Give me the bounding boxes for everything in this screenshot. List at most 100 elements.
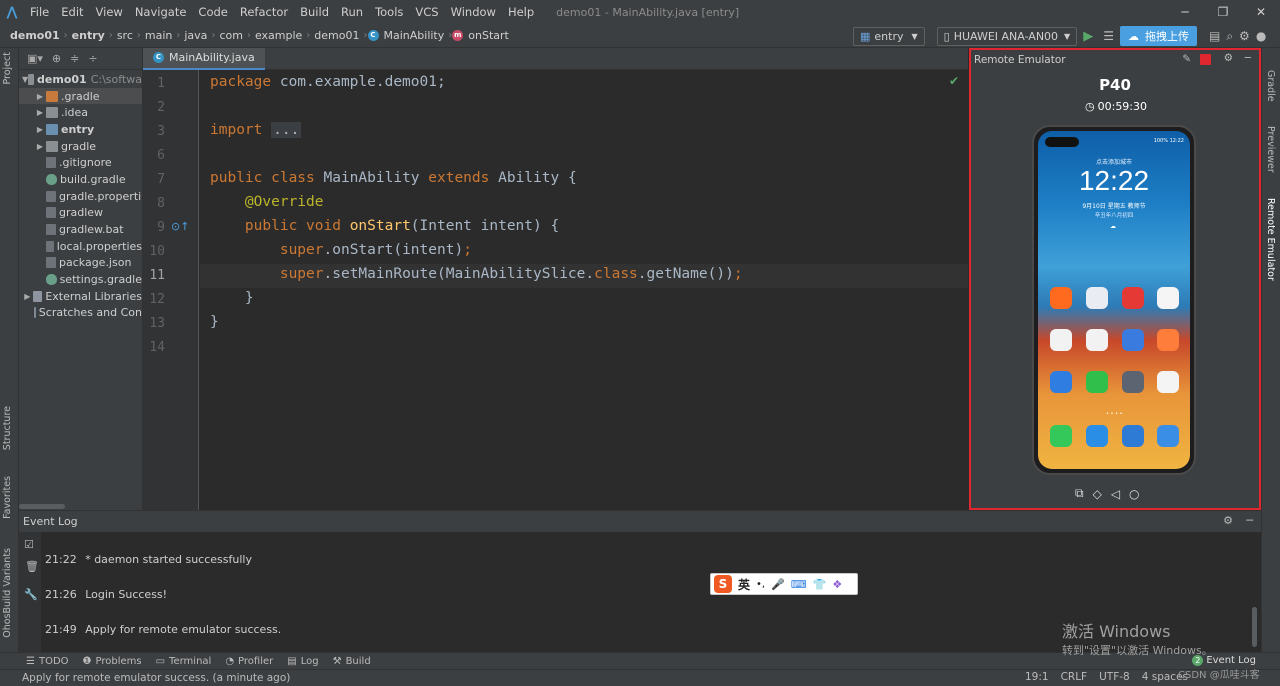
minimize-button[interactable]: ─ <box>1166 0 1204 24</box>
tree-item[interactable]: gradle.properti <box>19 188 142 205</box>
music-app-icon[interactable] <box>1086 287 1108 309</box>
ime-mode[interactable]: 英 <box>738 576 750 593</box>
tree-item[interactable]: gradlew <box>19 205 142 222</box>
device-select[interactable]: ▯ HUAWEI ANA-AN00 ▼ <box>936 26 1078 46</box>
chat-app-icon[interactable] <box>1086 371 1108 393</box>
tree-item[interactable]: ▶ .idea <box>19 104 142 121</box>
tab-remote-emulator[interactable]: Remote Emulator <box>1265 198 1276 281</box>
scrollbar-thumb[interactable] <box>19 504 65 509</box>
vertical-scrollbar[interactable] <box>1252 607 1257 647</box>
crumb-src[interactable]: src <box>113 29 137 42</box>
menu-navigate[interactable]: Navigate <box>129 5 193 19</box>
tree-item[interactable]: settings.gradle <box>19 271 142 288</box>
crumb-main[interactable]: main <box>141 29 176 42</box>
crumb-java[interactable]: java <box>180 29 211 42</box>
huawei-video-app-icon[interactable] <box>1050 287 1072 309</box>
camera-app-icon[interactable] <box>1157 425 1179 447</box>
wrench-icon[interactable]: 🔧 <box>24 588 38 601</box>
tree-item[interactable]: build.gradle <box>19 171 142 188</box>
minimize-panel-icon[interactable]: ─ <box>1246 514 1253 527</box>
appgallery-app-icon[interactable] <box>1086 329 1108 351</box>
crumb-method[interactable]: onStart <box>468 29 513 42</box>
themes-app-icon[interactable] <box>1157 287 1179 309</box>
tree-item[interactable]: ▶ .gradle <box>19 87 142 105</box>
back-icon[interactable]: ◁ <box>1111 487 1120 501</box>
tab-mainability[interactable]: C MainAbility.java <box>143 47 265 70</box>
health-app-icon[interactable] <box>1157 329 1179 351</box>
file-encoding[interactable]: UTF-8 <box>1099 671 1130 683</box>
menu-file[interactable]: File <box>24 5 55 19</box>
upload-button[interactable]: ☁ 拖拽上传 <box>1119 26 1197 46</box>
menu-refactor[interactable]: Refactor <box>234 5 294 19</box>
keyboard-icon[interactable]: ⌨ <box>791 578 807 591</box>
tree-item[interactable]: local.properties <box>19 238 142 255</box>
tree-item[interactable]: gradlew.bat <box>19 221 142 238</box>
crumb-com[interactable]: com <box>215 29 247 42</box>
project-structure-icon[interactable]: ▤ <box>1209 29 1220 43</box>
expand-all-icon[interactable]: ≑ <box>70 52 79 65</box>
home-icon[interactable]: ○ <box>1129 487 1139 501</box>
tab-gradle[interactable]: Gradle <box>1265 70 1276 102</box>
cursor-position[interactable]: 19:1 <box>1025 671 1049 683</box>
tab-previewer[interactable]: Previewer <box>1265 126 1276 173</box>
gear-icon[interactable]: ⚙ <box>1223 514 1233 527</box>
menu-help[interactable]: Help <box>502 5 540 19</box>
crumb-class[interactable]: MainAbility <box>384 29 449 42</box>
menu-build[interactable]: Build <box>294 5 335 19</box>
project-view-icon[interactable]: ▣▾ <box>27 52 43 65</box>
minimize-panel-icon[interactable]: ─ <box>1245 52 1251 64</box>
code-editor[interactable]: 1 2 3 6 7 8 9 10 11 12 13 14 ⊙↑ package … <box>143 70 968 510</box>
tree-item[interactable]: ▶ gradle <box>19 138 142 155</box>
vmall-app-icon[interactable] <box>1050 329 1072 351</box>
menu-tools[interactable]: Tools <box>369 5 409 19</box>
browser-app-icon[interactable] <box>1122 425 1144 447</box>
build-button[interactable]: ⚒ Build <box>333 656 371 667</box>
ime-toolbar[interactable]: S 英 •, 🎤 ⌨ 👕 ❖ <box>710 573 858 595</box>
punctuation-icon[interactable]: •, <box>756 579 765 590</box>
phone-screen[interactable]: 100% 12:22 点击添加城市 12:22 9月10日 星期五 教师节 辛丑… <box>1038 131 1190 469</box>
wallet-app-icon[interactable] <box>1122 329 1144 351</box>
crumb-project[interactable]: demo01 <box>6 29 64 42</box>
settings-app-icon[interactable] <box>1122 371 1144 393</box>
gear-icon[interactable]: ⚙ <box>1224 52 1233 64</box>
horizontal-scrollbar[interactable] <box>19 502 142 510</box>
screenshot-icon[interactable]: ⧉ <box>1075 486 1084 501</box>
restore-button[interactable]: ❐ <box>1204 0 1242 24</box>
microphone-icon[interactable]: 🎤 <box>771 578 785 591</box>
problems-button[interactable]: ❶ Problems <box>83 656 142 667</box>
override-marker-icon[interactable]: ⊙↑ <box>171 220 189 233</box>
menu-view[interactable]: View <box>90 5 129 19</box>
gear-icon[interactable]: ⚙ <box>1239 29 1250 43</box>
menu-code[interactable]: Code <box>192 5 233 19</box>
crumb-example[interactable]: example <box>251 29 306 42</box>
toolbox-icon[interactable]: ❖ <box>832 578 842 591</box>
search-icon[interactable]: ⌕ <box>1226 29 1233 44</box>
tree-item[interactable]: .gitignore <box>19 154 142 171</box>
run-config-select[interactable]: ▦ entry ▼ <box>853 26 925 46</box>
menu-vcs[interactable]: VCS <box>409 5 444 19</box>
line-separator[interactable]: CRLF <box>1061 671 1088 683</box>
tree-root[interactable]: ▼ demo01 C:\softwa <box>19 71 142 88</box>
debug-icon[interactable]: ☰ <box>1103 29 1114 43</box>
close-button[interactable]: ✕ <box>1242 0 1280 24</box>
run-icon[interactable]: ▶ <box>1083 29 1093 44</box>
tree-item[interactable]: package.json <box>19 255 142 272</box>
crumb-module[interactable]: entry <box>68 29 109 42</box>
terminal-button[interactable]: ▭ Terminal <box>156 656 212 667</box>
menu-window[interactable]: Window <box>445 5 502 19</box>
pin-icon[interactable]: ✎ <box>1182 53 1191 65</box>
skin-icon[interactable]: 👕 <box>813 578 827 591</box>
todo-button[interactable]: ☰ TODO <box>26 656 69 667</box>
rotate-icon[interactable]: ◇ <box>1093 487 1102 501</box>
collapse-all-icon[interactable]: ÷ <box>88 52 97 65</box>
crumb-demo01[interactable]: demo01 <box>310 29 363 42</box>
tab-build-variants[interactable]: OhosBuild Variants <box>2 548 13 638</box>
tab-structure[interactable]: Structure <box>2 406 13 450</box>
tree-external-libraries[interactable]: ▶ External Libraries <box>19 288 142 305</box>
log-button[interactable]: ▤ Log <box>287 656 318 667</box>
account-icon[interactable]: ● <box>1256 29 1266 43</box>
tree-scratches[interactable]: Scratches and Con <box>19 305 142 322</box>
trash-icon[interactable]: 🗑 <box>25 560 39 573</box>
stop-icon[interactable] <box>1200 54 1211 65</box>
tab-favorites[interactable]: Favorites <box>2 476 13 519</box>
